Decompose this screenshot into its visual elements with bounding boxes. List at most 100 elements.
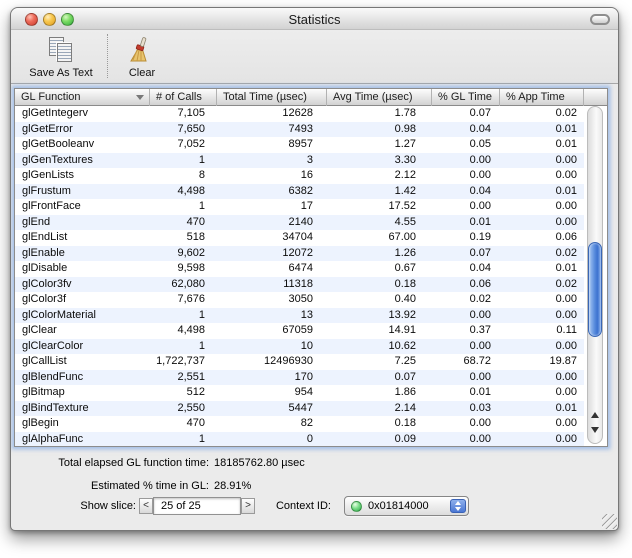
table-row[interactable]: glCallList 1,722,737 12496930 7.25 68.72 19.8…: [15, 354, 584, 370]
table-row[interactable]: glBindTexture 2,550 5447 2.14 0.03 0.01: [15, 400, 584, 416]
table-cell: 3: [306, 153, 313, 166]
table-cell: 1: [198, 308, 205, 321]
table-row[interactable]: glBegin 470 82 0.18 0.00 0.00: [15, 416, 584, 432]
table-cell: 13: [300, 308, 313, 321]
table-cell: 0.00: [555, 215, 577, 228]
table-row[interactable]: glEnable 9,602 12072 1.26 0.07 0.02: [15, 245, 584, 261]
estimated-gl-value: 28.91%: [214, 480, 252, 492]
table-cell: 62,080: [171, 277, 205, 290]
table-cell: 518: [186, 231, 205, 243]
column-header-app-time[interactable]: % App Time: [500, 89, 584, 106]
desktop: Statistics Save As Text Clear GL Functio…: [0, 0, 632, 558]
table-row[interactable]: glBlendFunc 2,551 170 0.07 0.00 0.00: [15, 369, 584, 385]
title-bar[interactable]: Statistics: [11, 8, 618, 30]
table-cell: 0.04: [469, 122, 491, 135]
column-header-total-time[interactable]: Total Time (µsec): [217, 89, 327, 106]
table-cell: 1: [198, 200, 205, 212]
table-cell: 1.26: [394, 246, 416, 259]
table-cell: 1: [198, 339, 205, 352]
table-cell: 0.67: [394, 262, 416, 274]
table-cell: 17.52: [388, 200, 416, 212]
save-as-text-button[interactable]: Save As Text: [19, 30, 103, 84]
table-header: GL Function # of Calls Total Time (µsec)…: [15, 89, 607, 106]
previous-slice-button[interactable]: <: [139, 498, 153, 514]
table-cell: 0.01: [555, 401, 577, 414]
table-cell: 2.12: [394, 169, 416, 181]
table-cell: 8: [198, 169, 205, 181]
slice-field[interactable]: [153, 497, 241, 515]
table-cell: 512: [186, 386, 205, 398]
table-cell: glBegin: [22, 417, 59, 429]
estimated-gl-label: Estimated % time in GL:: [91, 480, 209, 492]
table-row[interactable]: glGenTextures 1 3 3.30 0.00 0.00: [15, 152, 584, 168]
total-time-label: Total elapsed GL function time:: [58, 457, 209, 469]
table-row[interactable]: glColorMaterial 1 13 13.92 0.00 0.00: [15, 307, 584, 323]
table-cell: 0: [306, 432, 313, 445]
table-cell: glClearColor: [22, 339, 84, 352]
table-cell: 0.00: [469, 308, 491, 321]
table-row[interactable]: glFrontFace 1 17 17.52 0.00 0.00: [15, 199, 584, 215]
table-cell: 0.01: [555, 262, 577, 274]
window-title: Statistics: [288, 12, 341, 27]
total-time-line: Total elapsed GL function time: 18185762.…: [34, 457, 304, 469]
table-row[interactable]: glAlphaFunc 1 0 0.09 0.00 0.00: [15, 431, 584, 446]
table-cell: 0.06: [555, 231, 577, 243]
table-cell: 0.00: [469, 200, 491, 212]
table-row[interactable]: glColor3f 7,676 3050 0.40 0.02 0.00: [15, 292, 584, 308]
table-cell: 2140: [288, 215, 313, 228]
column-header-gl-function[interactable]: GL Function: [15, 89, 150, 106]
table-cell: 470: [186, 215, 205, 228]
table-row[interactable]: glGetError 7,650 7493 0.98 0.04 0.01: [15, 121, 584, 137]
clear-button[interactable]: Clear: [116, 30, 168, 84]
column-header-avg-time[interactable]: Avg Time (µsec): [327, 89, 432, 106]
context-id-popup[interactable]: 0x01814000: [344, 496, 469, 516]
table-cell: 1.27: [394, 138, 416, 150]
table-cell: 10.62: [388, 339, 416, 352]
table-row[interactable]: glFrustum 4,498 6382 1.42 0.04 0.01: [15, 183, 584, 199]
table-row[interactable]: glGenLists 8 16 2.12 0.00 0.00: [15, 168, 584, 184]
table-cell: glAlphaFunc: [22, 432, 84, 445]
vertical-scrollbar[interactable]: [587, 106, 603, 444]
table-row[interactable]: glEndList 518 34704 67.00 0.19 0.06: [15, 230, 584, 246]
table-cell: 82: [300, 417, 313, 429]
table-cell: 0.00: [469, 370, 491, 383]
table-cell: glGenTextures: [22, 153, 93, 166]
table-row[interactable]: glGetBooleanv 7,052 8957 1.27 0.05 0.01: [15, 137, 584, 153]
table-cell: 7.25: [394, 355, 416, 367]
table-cell: 0.00: [469, 417, 491, 429]
table-cell: 7,676: [177, 293, 205, 305]
table-cell: glColor3fv: [22, 277, 72, 290]
table-row[interactable]: glGetIntegerv 7,105 12628 1.78 0.07 0.02: [15, 106, 584, 122]
table-row[interactable]: glEnd 470 2140 4.55 0.01 0.00: [15, 214, 584, 230]
table-row[interactable]: glBitmap 512 954 1.86 0.01 0.00: [15, 385, 584, 401]
table-cell: 16: [300, 169, 313, 181]
table-cell: 0.00: [555, 432, 577, 445]
table-cell: glFrustum: [22, 184, 71, 197]
scrollbar-arrows: [588, 407, 602, 437]
table-cell: 0.01: [555, 122, 577, 135]
table-row[interactable]: glDisable 9,598 6474 0.67 0.04 0.01: [15, 261, 584, 277]
table-cell: 9,602: [177, 246, 205, 259]
table-cell: glColorMaterial: [22, 308, 96, 321]
table-cell: 14.91: [388, 324, 416, 336]
table-row[interactable]: glColor3fv 62,080 11318 0.18 0.06 0.02: [15, 276, 584, 292]
scroll-down-button[interactable]: [588, 422, 602, 437]
save-as-text-icon: [46, 35, 76, 65]
table-cell: 0.00: [555, 370, 577, 383]
scrollbar-thumb[interactable]: [588, 242, 602, 337]
table-cell: 67.00: [388, 231, 416, 243]
table-cell: 0.11: [556, 324, 577, 336]
resize-grip[interactable]: [602, 514, 617, 529]
column-header-gl-time[interactable]: % GL Time: [432, 89, 500, 106]
column-header-num-calls[interactable]: # of Calls: [150, 89, 217, 106]
scroll-up-button[interactable]: [588, 407, 602, 422]
save-as-text-label: Save As Text: [29, 67, 93, 79]
table-row[interactable]: glClear 4,498 67059 14.91 0.37 0.11: [15, 323, 584, 339]
table-cell: 12072: [282, 246, 313, 259]
table-cell: 0.01: [469, 215, 491, 228]
table-cell: 0.03: [469, 401, 491, 414]
toolbar-divider: [107, 34, 108, 78]
table-cell: 7,650: [177, 122, 205, 135]
toolbar-toggle-button[interactable]: [590, 14, 610, 25]
table-row[interactable]: glClearColor 1 10 10.62 0.00 0.00: [15, 338, 584, 354]
